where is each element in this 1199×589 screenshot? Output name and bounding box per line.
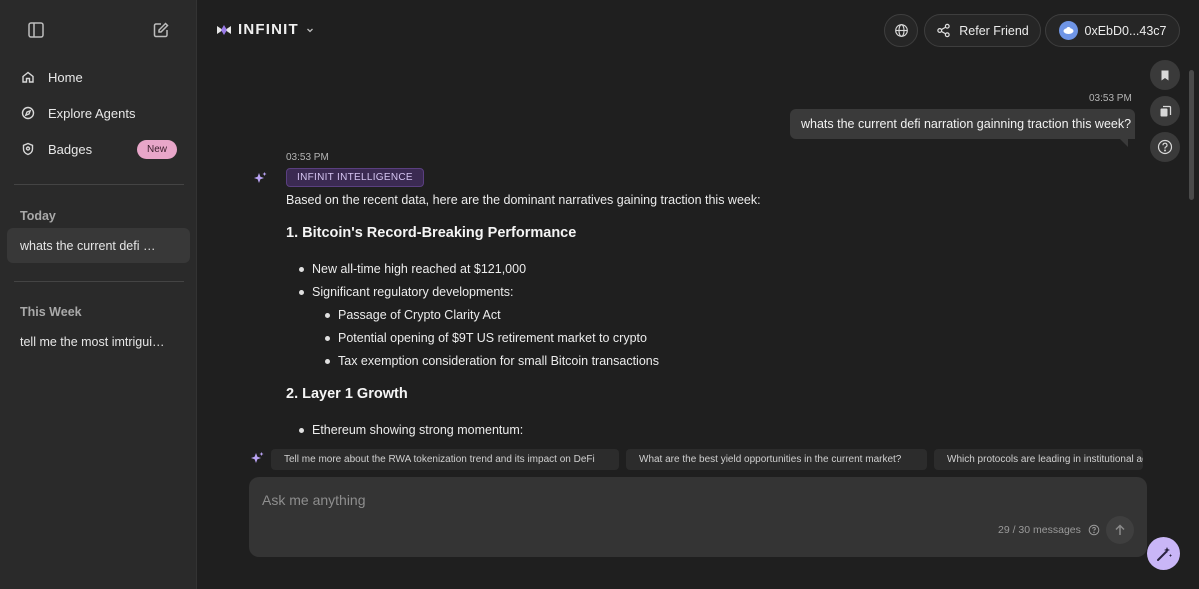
wallet-button[interactable]: 0xEbD0...43c7 bbox=[1045, 14, 1180, 47]
list-item: Tax exemption consideration for small Bi… bbox=[338, 354, 659, 368]
bullet-dot bbox=[299, 267, 304, 272]
section-this-week: This Week bbox=[20, 305, 82, 319]
new-chat-icon[interactable] bbox=[150, 19, 172, 41]
toggle-sidebar-icon[interactable] bbox=[25, 19, 47, 41]
ai-heading: 2. Layer 1 Growth bbox=[286, 386, 408, 402]
infinit-logo-icon bbox=[217, 24, 231, 35]
ai-heading: 1. Bitcoin's Record-Breaking Performance bbox=[286, 225, 577, 241]
compass-icon bbox=[20, 105, 36, 121]
bullet-dot bbox=[299, 428, 304, 433]
ai-sparkle-icon bbox=[252, 171, 268, 192]
copy-button[interactable] bbox=[1150, 96, 1180, 126]
list-item: Potential opening of $9T US retirement m… bbox=[338, 331, 647, 345]
user-message-tail bbox=[1120, 139, 1128, 147]
composer: 29 / 30 messages bbox=[249, 477, 1147, 557]
help-icon bbox=[1157, 139, 1173, 155]
chevron-down-icon bbox=[306, 28, 313, 32]
brand-name: INFINIT bbox=[238, 21, 299, 38]
user-message-text: whats the current defi narration gainnin… bbox=[801, 117, 1132, 131]
nav-home-label: Home bbox=[48, 69, 83, 85]
nav-badges-label: Badges bbox=[48, 141, 93, 157]
history-item[interactable]: whats the current defi narration gainnin… bbox=[7, 228, 190, 263]
share-icon bbox=[937, 23, 950, 38]
globe-icon bbox=[894, 24, 908, 37]
brand-logo[interactable]: INFINIT bbox=[216, 21, 315, 38]
language-button[interactable] bbox=[884, 14, 918, 47]
suggestion-chip[interactable]: Tell me more about the RWA tokenization … bbox=[271, 449, 619, 470]
sidebar: Home Explore Agents Badges New Today wha… bbox=[0, 0, 197, 589]
user-message: whats the current defi narration gainnin… bbox=[790, 109, 1135, 139]
bullet-dot bbox=[325, 336, 330, 341]
suggestion-chip[interactable]: What are the best yield opportunities in… bbox=[626, 449, 927, 470]
home-icon bbox=[20, 69, 36, 85]
bullet-dot bbox=[299, 290, 304, 295]
bookmark-icon bbox=[1161, 70, 1169, 80]
list-item: Significant regulatory developments: bbox=[312, 285, 514, 299]
list-item: Passage of Crypto Clarity Act bbox=[338, 308, 501, 322]
message-count: 29 / 30 messages bbox=[998, 524, 1081, 536]
suggestions-sparkle-icon bbox=[249, 451, 265, 472]
nav-explore-agents-label: Explore Agents bbox=[48, 105, 136, 121]
chat-input[interactable] bbox=[262, 489, 962, 511]
refer-friend-label: Refer Friend bbox=[959, 23, 1029, 38]
shield-icon bbox=[20, 141, 36, 157]
bookmark-button[interactable] bbox=[1150, 60, 1180, 90]
wallet-address: 0xEbD0...43c7 bbox=[1084, 23, 1167, 38]
list-item: New all-time high reached at $121,000 bbox=[312, 262, 527, 276]
ai-message-time: 03:53 PM bbox=[286, 152, 329, 163]
divider bbox=[14, 184, 184, 185]
ai-agent-tag: INFINIT INTELLIGENCE bbox=[286, 168, 424, 187]
section-today: Today bbox=[20, 209, 56, 223]
magic-wand-icon bbox=[1156, 546, 1172, 561]
nav-badges[interactable]: Badges New bbox=[0, 132, 197, 166]
nav-home[interactable]: Home bbox=[0, 60, 197, 94]
arrow-up-icon bbox=[1115, 524, 1125, 535]
copy-icon bbox=[1160, 105, 1171, 116]
bullet-dot bbox=[325, 359, 330, 364]
divider bbox=[14, 281, 184, 282]
send-button[interactable] bbox=[1106, 516, 1134, 544]
scrollbar[interactable] bbox=[1189, 70, 1194, 200]
history-item-label: tell me the most imtriguing bbox=[20, 334, 165, 349]
new-badge: New bbox=[137, 140, 177, 159]
bullet-dot bbox=[325, 313, 330, 318]
nav-explore-agents[interactable]: Explore Agents bbox=[0, 96, 197, 130]
ai-intro-text: Based on the recent data, here are the d… bbox=[286, 193, 761, 207]
history-item-label: whats the current defi narration gainnin… bbox=[20, 238, 160, 253]
history-item[interactable]: tell me the most imtriguing bbox=[7, 324, 190, 359]
user-message-time: 03:53 PM bbox=[1089, 93, 1132, 104]
info-icon[interactable] bbox=[1088, 523, 1100, 541]
suggestion-chip[interactable]: Which protocols are leading in instituti… bbox=[934, 449, 1143, 470]
list-item: Ethereum showing strong momentum: bbox=[312, 423, 524, 437]
avatar bbox=[1058, 21, 1078, 40]
ai-assistant-button[interactable] bbox=[1147, 537, 1180, 570]
refer-friend-button[interactable]: Refer Friend bbox=[924, 14, 1041, 47]
help-button[interactable] bbox=[1150, 132, 1180, 162]
